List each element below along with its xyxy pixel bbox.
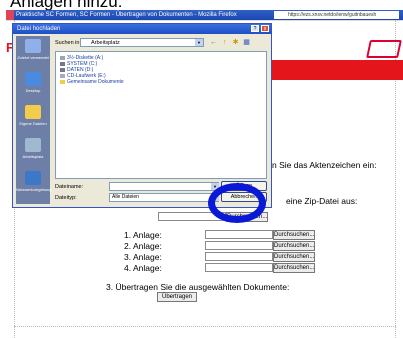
file-upload-dialog: Datei hochladen ? x Zuletzt verwendet De… — [12, 23, 272, 208]
aktenzeichen-prompt: n Sie das Aktenzeichen ein: — [272, 160, 377, 170]
highlight-ring — [208, 183, 266, 223]
filetype-label: Dateityp: — [55, 195, 77, 201]
toolbar-divider — [6, 20, 403, 21]
view-menu-icon[interactable]: ▦ — [242, 38, 251, 47]
drive-icon — [60, 61, 65, 66]
anlage-2-browse-button[interactable]: Durchsuchen... — [273, 241, 315, 251]
brand-stamp-icon — [366, 40, 402, 58]
dialog-help-button[interactable]: ? — [251, 25, 259, 32]
network-globe-icon — [25, 171, 41, 185]
browser-icon — [6, 10, 14, 20]
file-list: 3½-Diskette (A:) SYSTEM (C:) DATEN (D:) … — [55, 51, 267, 179]
zip-prompt: eine Zip-Datei aus: — [286, 196, 358, 206]
chevron-down-icon[interactable]: ▼ — [195, 39, 203, 46]
lookin-select[interactable]: Arbeitsplatz — [80, 38, 204, 47]
anlage-label: 3. Anlage: — [124, 252, 162, 262]
lookin-label: Suchen in: — [55, 40, 81, 46]
dialog-close-button[interactable]: x — [261, 25, 269, 32]
up-folder-icon[interactable]: ↑ — [220, 38, 229, 47]
dialog-title: Datei hochladen — [13, 24, 271, 34]
anlage-2-input[interactable] — [205, 241, 273, 250]
browser-title: Praktische SC Formen, SC Formen - Übertr… — [16, 12, 237, 18]
folder-icon — [25, 105, 41, 119]
new-folder-icon[interactable]: ✱ — [231, 38, 240, 47]
place-recent[interactable]: Zuletzt verwendet — [16, 36, 50, 68]
anlage-label: 4. Anlage: — [124, 263, 162, 273]
place-label: Zuletzt verwendet — [17, 55, 49, 60]
back-icon[interactable]: ← — [209, 38, 218, 47]
place-my-computer[interactable]: Arbeitsplatz — [16, 135, 50, 167]
place-label: Eigene Dateien — [19, 121, 47, 126]
page-frame-bottom — [14, 326, 396, 327]
places-bar: Zuletzt verwendet Desktop Eigene Dateien… — [16, 36, 52, 204]
anlage-3-browse-button[interactable]: Durchsuchen... — [273, 252, 315, 262]
anlage-label: 2. Anlage: — [124, 241, 162, 251]
list-item[interactable]: Gemeinsame Dokumente — [60, 79, 124, 85]
place-my-documents[interactable]: Eigene Dateien — [16, 102, 50, 134]
place-label: Desktop — [25, 88, 41, 93]
drive-icon — [60, 67, 65, 72]
folder-icon — [60, 79, 65, 84]
place-label: Arbeitsplatz — [22, 154, 44, 159]
browser-titlebar: Praktische SC Formen, SC Formen - Übertr… — [6, 10, 403, 20]
filetype-select[interactable]: Alle Dateien — [109, 193, 219, 202]
anlage-4-browse-button[interactable]: Durchsuchen... — [273, 263, 315, 273]
filename-input[interactable] — [109, 182, 219, 191]
desktop-icon — [25, 72, 41, 86]
brand-band — [272, 60, 403, 80]
anlage-1-input[interactable] — [205, 230, 273, 239]
anlage-label: 1. Anlage: — [124, 230, 162, 240]
place-network[interactable]: Netzwerkumgebung — [16, 168, 52, 200]
recent-docs-icon — [25, 39, 41, 53]
floppy-icon — [60, 55, 65, 60]
anlage-3-input[interactable] — [205, 252, 273, 261]
place-label: Netzwerkumgebung — [16, 187, 52, 192]
computer-icon — [25, 138, 41, 152]
address-bar[interactable]: https://ezs.xnsv.netdo/ienw/guitnbauesh — [274, 11, 399, 19]
step3-prompt: 3. Übertragen Sie die ausgewählten Dokum… — [106, 282, 290, 292]
place-desktop[interactable]: Desktop — [16, 69, 50, 101]
anlage-4-input[interactable] — [205, 263, 273, 272]
submit-button[interactable]: Übertragen — [157, 292, 197, 302]
filename-label: Dateiname: — [55, 184, 84, 190]
cd-icon — [60, 73, 65, 78]
anlage-1-browse-button[interactable]: Durchsuchen... — [273, 230, 315, 240]
